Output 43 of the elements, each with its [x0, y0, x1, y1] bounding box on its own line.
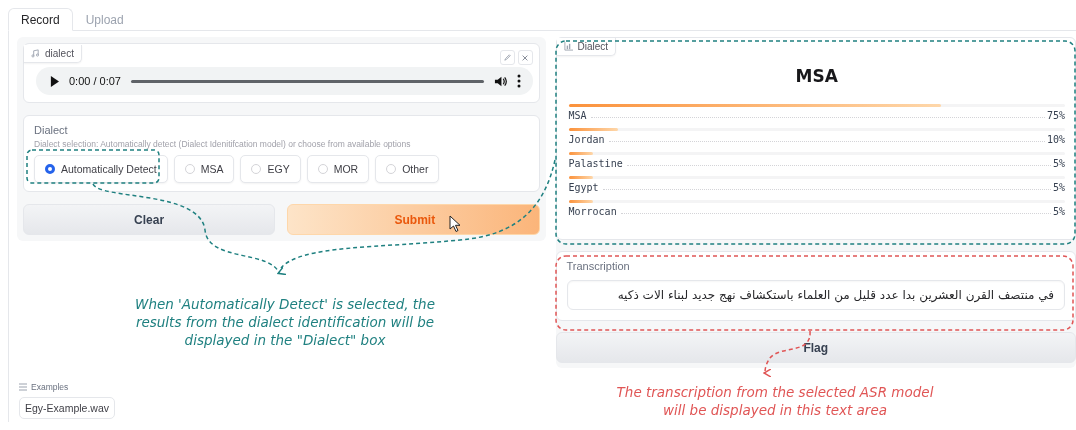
class-label: Egypt: [568, 182, 599, 193]
seek-bar[interactable]: [131, 79, 484, 83]
pencil-icon: [502, 53, 512, 62]
annotation-note: The transcription from the selected ASR model will be displayed in this text area: [615, 383, 935, 419]
top-label: MSA: [795, 66, 838, 86]
info-text: Dialect selection: Automatically detect (Dialect Idenitifcation model) or choose from available options: [34, 139, 412, 149]
transcription-field[interactable]: في منتصف القرن العشرين بدا عدد قليل من العلماء باستكشاف نهج جديد لبناء الات ذكيه: [566, 280, 1065, 310]
more-icon[interactable]: [516, 74, 521, 88]
class-label: Morrocan: [568, 206, 617, 217]
field-label: Transcription: [566, 260, 631, 272]
radio-option[interactable]: Automatically Detect: [34, 155, 168, 183]
example-button[interactable]: Egy-Example.wav: [19, 397, 116, 419]
class-label: MSA: [568, 110, 587, 121]
edit-button[interactable]: [499, 50, 515, 65]
class-label: Palastine: [568, 158, 623, 169]
component-label: dialect: [24, 45, 82, 63]
radio-option[interactable]: EGY: [240, 155, 301, 183]
confidence-value: 75%: [1046, 110, 1065, 121]
audio-player[interactable]: 0:00 / 0:07: [36, 67, 533, 95]
confidence-value: 5%: [1052, 206, 1065, 217]
section-label: Examples: [31, 382, 69, 392]
confidence-value: 5%: [1052, 158, 1065, 169]
volume-icon: [493, 74, 507, 88]
confidence-value: 5%: [1052, 182, 1065, 193]
close-button[interactable]: [517, 50, 533, 65]
annotation-note: When 'Automatically Detect' is selected, the results from the dialect identification will be displayed in the "Dialect" box: [134, 295, 436, 349]
confidence-value: 10%: [1046, 134, 1065, 145]
pointer-icon: [449, 214, 463, 233]
class-label: Jordan: [568, 134, 605, 145]
list-icon: [19, 383, 27, 391]
flag-button[interactable]: Flag: [555, 332, 1076, 363]
group-label: Dialect: [34, 124, 69, 136]
radio-option[interactable]: Other: [375, 155, 440, 183]
radio-option[interactable]: MSA: [173, 155, 235, 183]
tab[interactable]: Record: [8, 8, 73, 31]
time-display: 0:00 / 0:07: [69, 75, 121, 87]
close-icon: [521, 53, 529, 62]
component-label: Dialect: [556, 38, 617, 56]
radio-option[interactable]: MOR: [306, 155, 370, 183]
radio-button[interactable]: [45, 164, 55, 174]
clear-button[interactable]: Clear: [23, 204, 276, 235]
music-note-icon: [31, 49, 40, 58]
bar-chart-icon: [563, 42, 573, 51]
